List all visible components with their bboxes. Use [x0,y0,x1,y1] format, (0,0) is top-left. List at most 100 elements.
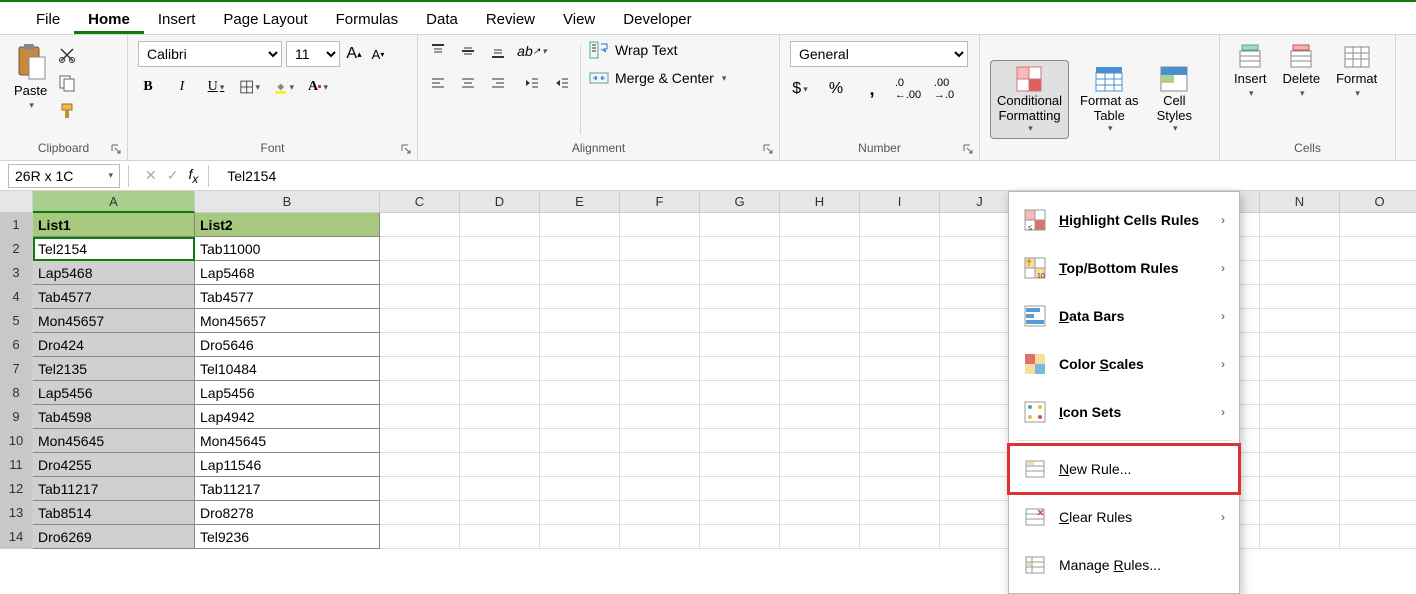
align-right-icon[interactable] [488,73,508,93]
cell[interactable]: Dro8278 [195,501,380,525]
cell[interactable] [860,525,940,549]
row-header[interactable]: 3 [0,261,33,285]
tab-insert[interactable]: Insert [144,6,210,34]
alignment-launcher[interactable] [761,142,775,156]
cf-manage-rules[interactable]: Manage Rules... [1009,541,1239,589]
enter-formula-icon[interactable]: ✓ [167,167,179,184]
cell[interactable] [380,477,460,501]
cell[interactable] [860,213,940,237]
cell[interactable] [540,285,620,309]
orientation-icon[interactable]: ab↗▾ [522,41,542,61]
cell[interactable] [700,285,780,309]
cell[interactable] [860,477,940,501]
cell[interactable] [540,429,620,453]
cut-icon[interactable] [57,45,77,65]
cell[interactable] [620,453,700,477]
cell[interactable]: Lap5456 [33,381,195,405]
cell[interactable]: Lap5468 [195,261,380,285]
cell[interactable] [700,453,780,477]
align-center-icon[interactable] [458,73,478,93]
font-name-select[interactable]: Calibri [138,41,282,67]
cell[interactable] [1340,477,1416,501]
row-header[interactable]: 6 [0,333,33,357]
format-painter-icon[interactable] [57,101,77,121]
row-header[interactable]: 13 [0,501,33,525]
cell[interactable] [1260,213,1340,237]
cell[interactable]: Mon45645 [195,429,380,453]
cell[interactable]: List1 [33,213,195,237]
cell[interactable] [780,381,860,405]
cell[interactable] [780,429,860,453]
column-header[interactable]: E [540,191,620,213]
cell[interactable] [540,309,620,333]
cell[interactable] [700,381,780,405]
cell[interactable] [620,477,700,501]
column-header[interactable]: C [380,191,460,213]
cf-highlight-cells-rules[interactable]: ≤ Highlight Cells Rules › [1009,196,1239,244]
tab-developer[interactable]: Developer [609,6,705,34]
align-bottom-icon[interactable] [488,41,508,61]
cell[interactable] [1260,525,1340,549]
align-left-icon[interactable] [428,73,448,93]
cell[interactable] [620,261,700,285]
row-header[interactable]: 4 [0,285,33,309]
clipboard-launcher[interactable] [109,142,123,156]
cell[interactable] [780,213,860,237]
row-header[interactable]: 7 [0,357,33,381]
row-header[interactable]: 2 [0,237,33,261]
cell[interactable] [780,285,860,309]
delete-cells-button[interactable]: Delete▾ [1279,41,1325,101]
row-header[interactable]: 14 [0,525,33,549]
cell[interactable] [620,357,700,381]
cell[interactable] [780,525,860,549]
cell[interactable] [860,237,940,261]
cell[interactable] [1340,525,1416,549]
font-launcher[interactable] [399,142,413,156]
cell[interactable] [620,405,700,429]
cell[interactable] [780,357,860,381]
cell[interactable] [860,309,940,333]
column-header[interactable]: B [195,191,380,213]
row-header[interactable]: 10 [0,429,33,453]
cell[interactable] [1260,285,1340,309]
insert-cells-button[interactable]: Insert▾ [1230,41,1271,101]
cell[interactable] [620,381,700,405]
bold-button[interactable]: B [138,77,158,97]
cell[interactable] [1260,261,1340,285]
cell[interactable] [1340,285,1416,309]
tab-page-layout[interactable]: Page Layout [209,6,321,34]
cell[interactable] [1340,333,1416,357]
column-header[interactable]: D [460,191,540,213]
cell[interactable] [1260,429,1340,453]
cell[interactable] [460,381,540,405]
cf-color-scales[interactable]: Color Scales › [1009,340,1239,388]
font-size-select[interactable]: 11 [286,41,340,67]
cf-data-bars[interactable]: Data Bars › [1009,292,1239,340]
cell[interactable] [380,357,460,381]
column-header[interactable]: A [33,191,195,213]
tab-review[interactable]: Review [472,6,549,34]
cell[interactable] [1340,405,1416,429]
cell[interactable] [1340,237,1416,261]
cell[interactable]: Tel10484 [195,357,380,381]
cell[interactable] [860,285,940,309]
cell[interactable] [780,453,860,477]
cell[interactable]: Dro5646 [195,333,380,357]
decrease-font-icon[interactable]: A▾ [368,44,388,64]
cell[interactable] [380,213,460,237]
row-header[interactable]: 1 [0,213,33,237]
cell[interactable] [860,453,940,477]
paste-button[interactable]: Paste ▾ [10,41,51,113]
cell[interactable] [860,405,940,429]
cell[interactable] [460,357,540,381]
cell[interactable] [460,285,540,309]
cell[interactable] [860,333,940,357]
cell[interactable] [700,429,780,453]
cell[interactable] [540,477,620,501]
cf-icon-sets[interactable]: Icon Sets › [1009,388,1239,436]
align-middle-icon[interactable] [458,41,478,61]
cf-new-rule[interactable]: New Rule... [1009,445,1239,493]
cell[interactable]: Tab4577 [195,285,380,309]
cell[interactable] [700,525,780,549]
cell[interactable] [460,429,540,453]
